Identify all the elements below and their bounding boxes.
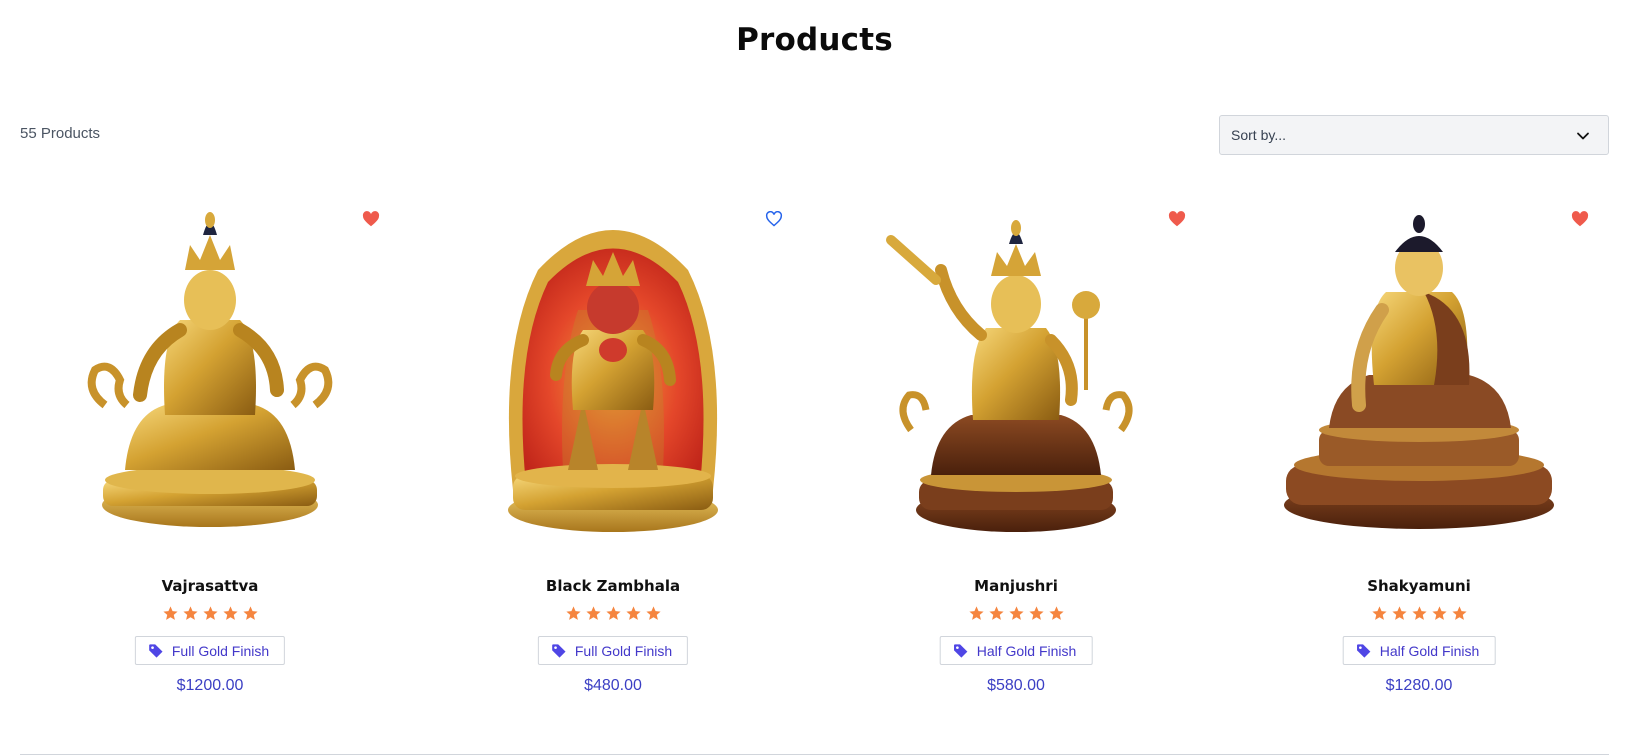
star-icon <box>968 606 984 620</box>
section-divider <box>20 754 1609 755</box>
star-icon <box>1008 606 1024 620</box>
product-card[interactable]: Black Zambhala Full Gold Finish $480.00 <box>423 195 803 695</box>
finish-tag[interactable]: Full Gold Finish <box>537 636 689 665</box>
star-icon <box>645 606 661 620</box>
star-rating <box>423 605 803 627</box>
product-toolbar: 55 Products Sort by... <box>20 115 1609 155</box>
star-icon <box>202 606 218 620</box>
star-icon <box>585 606 601 620</box>
star-icon <box>565 606 581 620</box>
tag-icon <box>1357 643 1371 658</box>
product-price: $580.00 <box>987 677 1045 694</box>
product-card[interactable]: Manjushri Half Gold Finish $580.00 <box>826 195 1206 695</box>
finish-tag[interactable]: Full Gold Finish <box>134 636 286 665</box>
star-rating <box>1229 605 1609 627</box>
black-zambhala-statue-image[interactable] <box>468 200 758 540</box>
star-icon <box>605 606 621 620</box>
manjushri-statue-image[interactable] <box>871 200 1161 540</box>
product-price: $1280.00 <box>1385 677 1453 694</box>
product-price: $480.00 <box>584 677 642 694</box>
sort-placeholder: Sort by... <box>1231 127 1286 143</box>
star-icon <box>1431 606 1447 620</box>
sort-dropdown[interactable]: Sort by... <box>1219 115 1609 155</box>
star-icon <box>1371 606 1387 620</box>
product-grid: Vajrasattva Full Gold Finish $1200.00 Bl… <box>20 195 1609 695</box>
star-icon <box>162 606 178 620</box>
finish-label: Half Gold Finish <box>1379 642 1480 659</box>
heart-filled-icon[interactable] <box>1571 211 1589 227</box>
star-icon <box>182 606 198 620</box>
heart-filled-icon[interactable] <box>362 211 380 227</box>
finish-label: Full Gold Finish <box>171 642 270 659</box>
star-icon <box>1391 606 1407 620</box>
product-count: 55 Products <box>20 125 101 142</box>
tag-icon <box>552 643 566 658</box>
star-icon <box>1048 606 1064 620</box>
product-name[interactable]: Black Zambhala <box>423 577 803 595</box>
product-card[interactable]: Shakyamuni Half Gold Finish $1280.00 <box>1229 195 1609 695</box>
product-price: $1200.00 <box>176 677 244 694</box>
product-name[interactable]: Shakyamuni <box>1229 577 1609 595</box>
page-title: Products <box>736 22 893 58</box>
star-rating <box>20 605 400 627</box>
tag-icon <box>954 643 968 658</box>
finish-tag[interactable]: Half Gold Finish <box>939 636 1093 665</box>
star-icon <box>988 606 1004 620</box>
shakyamuni-statue-image[interactable] <box>1274 200 1564 540</box>
star-icon <box>1451 606 1467 620</box>
star-icon <box>1411 606 1427 620</box>
product-name[interactable]: Manjushri <box>826 577 1206 595</box>
product-name[interactable]: Vajrasattva <box>20 577 400 595</box>
finish-label: Full Gold Finish <box>574 642 673 659</box>
star-icon <box>625 606 641 620</box>
finish-label: Half Gold Finish <box>976 642 1077 659</box>
finish-tag[interactable]: Half Gold Finish <box>1342 636 1496 665</box>
chevron-down-icon <box>1577 132 1589 140</box>
star-rating <box>826 605 1206 627</box>
star-icon <box>222 606 238 620</box>
product-card[interactable]: Vajrasattva Full Gold Finish $1200.00 <box>20 195 400 695</box>
heart-filled-icon[interactable] <box>1168 211 1186 227</box>
tag-icon <box>149 643 163 658</box>
star-icon <box>1028 606 1044 620</box>
vajrasattva-statue-image[interactable] <box>65 200 355 540</box>
star-icon <box>242 606 258 620</box>
heart-outline-icon[interactable] <box>765 211 783 227</box>
